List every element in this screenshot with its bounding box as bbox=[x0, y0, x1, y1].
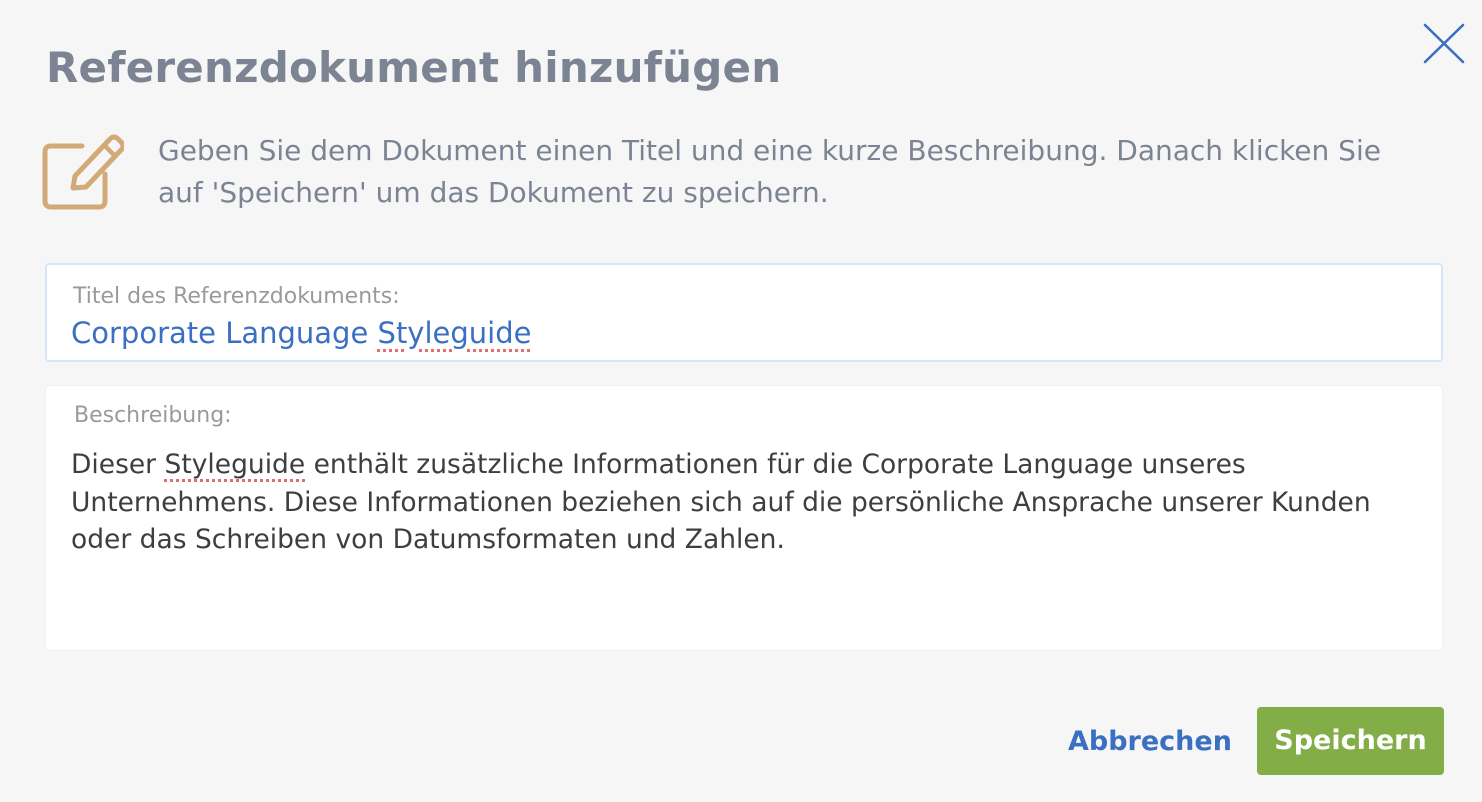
title-field[interactable]: Titel des Referenzdokuments: Corporate L… bbox=[45, 263, 1443, 362]
dialog-title: Referenzdokument hinzufügen bbox=[46, 43, 782, 92]
cancel-button[interactable]: Abbrechen bbox=[1056, 718, 1244, 766]
info-text: Geben Sie dem Dokument einen Titel und e… bbox=[158, 134, 1381, 209]
description-value-prefix: Dieser bbox=[71, 449, 165, 480]
title-value-prefix: Corporate Language bbox=[71, 316, 378, 350]
spellcheck-word: Styleguide bbox=[377, 316, 532, 350]
description-field[interactable]: Beschreibung: Dieser Styleguide enthält … bbox=[45, 385, 1443, 651]
edit-icon bbox=[42, 134, 124, 210]
title-field-label: Titel des Referenzdokuments: bbox=[73, 284, 400, 309]
save-button[interactable]: Speichern bbox=[1257, 707, 1444, 775]
add-reference-document-dialog: Referenzdokument hinzufügen Geben Sie de… bbox=[0, 0, 1482, 802]
description-field-label: Beschreibung: bbox=[74, 403, 232, 428]
close-icon bbox=[1423, 23, 1465, 64]
spellcheck-word: Styleguide bbox=[164, 449, 306, 480]
close-button[interactable] bbox=[1420, 22, 1468, 66]
info-section: Geben Sie dem Dokument einen Titel und e… bbox=[42, 130, 1442, 220]
title-input[interactable]: Corporate Language Styleguide bbox=[71, 313, 531, 353]
description-textarea[interactable]: Dieser Styleguide enthält zusätzliche In… bbox=[71, 446, 1401, 559]
